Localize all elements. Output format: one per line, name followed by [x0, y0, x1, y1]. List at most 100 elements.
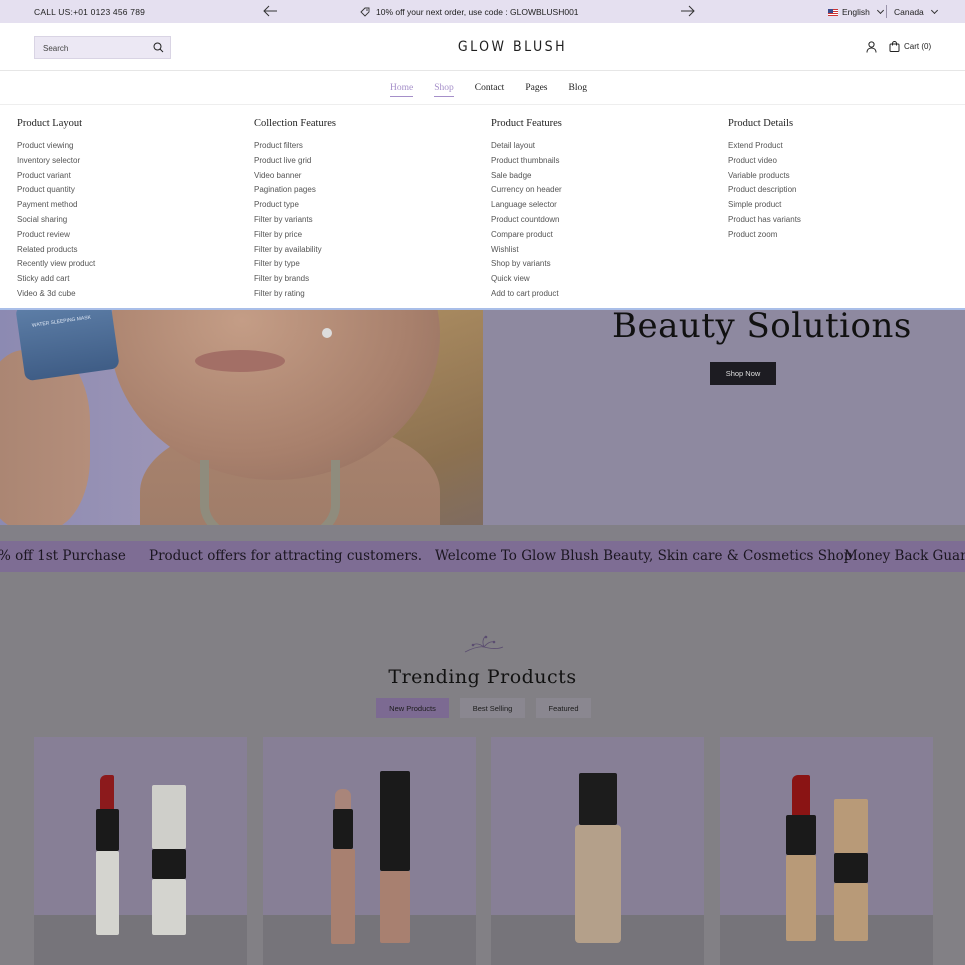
tab-best-selling[interactable]: Best Selling: [460, 698, 525, 718]
menu-link[interactable]: Product video: [728, 154, 801, 169]
hero-content: Beauty Solutions Shop Now: [483, 310, 965, 525]
lipstick-cap: [834, 799, 868, 853]
menu-link[interactable]: Related products: [17, 243, 95, 258]
foundation-bottle: [575, 825, 621, 943]
menu-link[interactable]: Simple product: [728, 198, 801, 213]
marquee-item: Product offers for attracting customers.: [149, 548, 423, 564]
menu-link[interactable]: Product live grid: [254, 154, 336, 169]
nav-item-shop[interactable]: Shop: [434, 83, 454, 97]
arrow-right-icon[interactable]: [680, 4, 696, 18]
concealer-cap: [380, 771, 410, 871]
search-icon[interactable]: [153, 42, 164, 53]
section-spacer: [0, 525, 965, 541]
menu-link[interactable]: Video & 3d cube: [17, 287, 95, 302]
main-navigation: Home Shop Contact Pages Blog: [0, 72, 965, 105]
menu-link[interactable]: Product has variants: [728, 213, 801, 228]
menu-link[interactable]: Pagination pages: [254, 183, 336, 198]
trending-products-section: Trending Products New Products Best Sell…: [0, 572, 965, 965]
menu-link[interactable]: Filter by type: [254, 257, 336, 272]
marquee-item: Welcome To Glow Blush Beauty, Skin care …: [435, 548, 853, 564]
menu-link[interactable]: Recently view product: [17, 257, 95, 272]
product-card[interactable]: [720, 737, 933, 965]
menu-link[interactable]: Product viewing: [17, 139, 95, 154]
chevron-down-icon: [876, 6, 884, 15]
menu-link[interactable]: Product type: [254, 198, 336, 213]
marquee-banner: % off 1st Purchase Product offers for at…: [0, 541, 965, 572]
menu-link[interactable]: Product zoom: [728, 228, 801, 243]
concealer-tip: [335, 789, 351, 809]
product-card-floor: [263, 915, 476, 965]
announcement-bar: CALL US:+01 0123 456 789 10% off your ne…: [0, 0, 965, 23]
menu-link[interactable]: Filter by variants: [254, 213, 336, 228]
concealer-band: [333, 809, 353, 849]
nav-item-contact[interactable]: Contact: [475, 83, 505, 93]
arrow-left-icon[interactable]: [262, 4, 278, 18]
menu-link[interactable]: Sale badge: [491, 169, 562, 184]
product-tabs: New Products Best Selling Featured: [376, 698, 591, 718]
cart-button[interactable]: Cart (0): [889, 41, 931, 52]
hero-banner: WATER SLEEPING MASK Beauty Solutions Sho…: [0, 310, 965, 525]
menu-link[interactable]: Detail layout: [491, 139, 562, 154]
menu-link[interactable]: Compare product: [491, 228, 562, 243]
shop-now-button[interactable]: Shop Now: [710, 362, 776, 385]
menu-link[interactable]: Product countdown: [491, 213, 562, 228]
menu-link[interactable]: Product review: [17, 228, 95, 243]
product-card-floor: [34, 915, 247, 965]
menu-link[interactable]: Payment method: [17, 198, 95, 213]
search-input[interactable]: Search: [34, 36, 171, 59]
country-selector[interactable]: Canada: [894, 6, 938, 17]
menu-link[interactable]: Product variant: [17, 169, 95, 184]
tag-icon: [360, 7, 370, 17]
menu-link[interactable]: Language selector: [491, 198, 562, 213]
menu-link[interactable]: Filter by brands: [254, 272, 336, 287]
menu-link[interactable]: Add to cart product: [491, 287, 562, 302]
tab-featured[interactable]: Featured: [536, 698, 591, 718]
menu-link[interactable]: Product description: [728, 183, 801, 198]
hero-image-scarf: [200, 460, 340, 525]
marquee-item: % off 1st Purchase: [0, 548, 126, 564]
menu-link[interactable]: Wishlist: [491, 243, 562, 258]
chevron-down-icon: [930, 6, 938, 15]
hero-image-product-jar: WATER SLEEPING MASK: [15, 310, 120, 382]
tab-new-products[interactable]: New Products: [376, 698, 449, 718]
menu-link[interactable]: Quick view: [491, 272, 562, 287]
hero-title: Beauty Solutions: [612, 310, 912, 346]
hero-image-earring: [322, 328, 332, 338]
lipstick-base: [152, 879, 186, 935]
menu-link[interactable]: Product filters: [254, 139, 336, 154]
menu-column-product-features: Product Features Detail layout Product t…: [491, 118, 562, 302]
nav-item-blog[interactable]: Blog: [569, 83, 587, 93]
menu-link[interactable]: Product quantity: [17, 183, 95, 198]
user-icon[interactable]: [866, 41, 877, 53]
menu-link[interactable]: Extend Product: [728, 139, 801, 154]
us-flag-icon: [828, 8, 838, 16]
floral-ornament-icon: [464, 635, 504, 653]
menu-link[interactable]: Sticky add cart: [17, 272, 95, 287]
menu-link[interactable]: Social sharing: [17, 213, 95, 228]
lipstick-bullet: [792, 775, 810, 815]
nav-item-home[interactable]: Home: [390, 83, 414, 97]
promo-text: 10% off your next order, use code : GLOW…: [376, 7, 579, 17]
menu-link[interactable]: Filter by rating: [254, 287, 336, 302]
site-logo[interactable]: GLOW BLUSH: [440, 39, 585, 55]
concealer-tube: [331, 849, 355, 944]
menu-link[interactable]: Variable products: [728, 169, 801, 184]
product-card[interactable]: [263, 737, 476, 965]
menu-column-title: Product Details: [728, 118, 794, 129]
marquee-item: Money Back Guaran: [844, 548, 965, 564]
menu-column-title: Product Features: [491, 118, 562, 129]
search-placeholder: Search: [43, 44, 69, 53]
cart-label: Cart (0): [904, 42, 932, 51]
nav-item-pages[interactable]: Pages: [525, 83, 547, 93]
menu-link[interactable]: Product thumbnails: [491, 154, 562, 169]
menu-link[interactable]: Currency on header: [491, 183, 562, 198]
foundation-cap: [579, 773, 617, 825]
menu-link[interactable]: Filter by availability: [254, 243, 336, 258]
product-card[interactable]: [34, 737, 247, 965]
menu-link[interactable]: Inventory selector: [17, 154, 95, 169]
menu-link[interactable]: Filter by price: [254, 228, 336, 243]
menu-link[interactable]: Shop by variants: [491, 257, 562, 272]
product-card[interactable]: [491, 737, 704, 965]
language-selector[interactable]: English: [828, 6, 884, 17]
menu-link[interactable]: Video banner: [254, 169, 336, 184]
